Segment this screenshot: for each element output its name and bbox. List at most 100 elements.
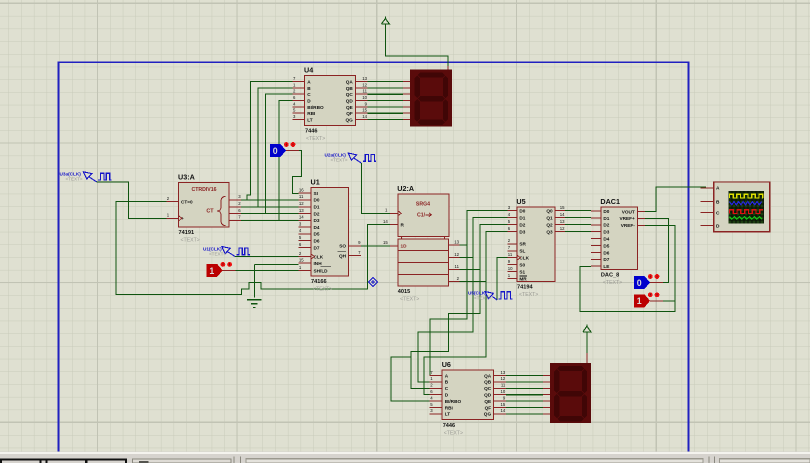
svg-text:QF: QF [485, 406, 492, 411]
svg-text:15: 15 [299, 258, 304, 263]
svg-text:10: 10 [362, 95, 367, 100]
svg-text:A: A [716, 186, 720, 192]
svg-text:1: 1 [637, 296, 642, 306]
svg-text:D4: D4 [603, 237, 609, 242]
svg-text:DAC_8: DAC_8 [601, 272, 619, 278]
svg-text:7446: 7446 [305, 129, 317, 135]
svg-text:B: B [716, 199, 720, 205]
svg-text:13: 13 [560, 219, 565, 224]
svg-text:4015: 4015 [398, 289, 410, 295]
svg-text:QB: QB [346, 86, 354, 91]
svg-text:QG: QG [484, 412, 492, 417]
svg-text:C1/: C1/ [417, 213, 426, 219]
svg-text:<TEXT>: <TEXT> [66, 177, 83, 182]
svg-text:Q0: Q0 [546, 209, 553, 214]
svg-text:12: 12 [362, 82, 367, 87]
svg-text:D2: D2 [519, 222, 525, 227]
svg-text:QC: QC [346, 92, 354, 97]
svg-text:S1: S1 [519, 270, 525, 275]
svg-text:D1: D1 [603, 216, 609, 221]
svg-text:D0: D0 [519, 209, 525, 214]
svg-text:12: 12 [501, 376, 506, 381]
svg-text:D3: D3 [519, 229, 525, 234]
svg-text:11: 11 [299, 194, 304, 199]
svg-text:D5: D5 [603, 243, 609, 248]
svg-text:13: 13 [362, 76, 367, 81]
svg-text:74191: 74191 [179, 230, 195, 236]
svg-text:SO: SO [339, 244, 346, 249]
svg-text:D0: D0 [603, 209, 609, 214]
svg-text:CT=0: CT=0 [181, 199, 193, 204]
svg-text:13: 13 [299, 208, 304, 213]
svg-text:QD: QD [346, 98, 354, 103]
svg-text:VREF+: VREF+ [620, 216, 636, 221]
svg-text:<TEXT>: <TEXT> [603, 280, 622, 286]
svg-text:<TEXT>: <TEXT> [444, 431, 463, 437]
svg-text:QB: QB [484, 380, 492, 385]
svg-text:QE: QE [346, 105, 353, 110]
svg-text:D5: D5 [314, 232, 320, 237]
svg-text:0: 0 [273, 146, 278, 156]
svg-text:Q2: Q2 [546, 222, 553, 227]
svg-text:<TEXT>: <TEXT> [474, 296, 491, 301]
svg-text:74194: 74194 [517, 284, 533, 290]
svg-text:14: 14 [383, 219, 388, 224]
svg-text:INH: INH [314, 261, 323, 266]
svg-text:QA: QA [346, 80, 354, 85]
svg-text:12: 12 [560, 226, 565, 231]
svg-text:MR: MR [519, 276, 527, 281]
svg-text:D0: D0 [314, 198, 320, 203]
svg-text:<TEXT>: <TEXT> [313, 287, 332, 293]
svg-text:SRG4: SRG4 [416, 202, 430, 208]
svg-text:BI/RBO: BI/RBO [445, 399, 462, 404]
svg-text:D1: D1 [519, 215, 525, 220]
svg-text:U4: U4 [304, 66, 313, 75]
svg-text:15: 15 [362, 108, 367, 113]
svg-text:10: 10 [501, 389, 506, 394]
svg-text:D: D [716, 224, 720, 230]
svg-text:D4: D4 [314, 225, 320, 230]
svg-text:<TEXT>: <TEXT> [400, 297, 419, 303]
svg-text:<TEXT>: <TEXT> [519, 292, 538, 298]
svg-text:Q3: Q3 [546, 229, 553, 234]
svg-text:D1: D1 [314, 205, 320, 210]
svg-text:S0: S0 [519, 263, 525, 268]
svg-text:CLK: CLK [314, 254, 324, 259]
svg-text:D6: D6 [314, 239, 320, 244]
svg-text:11: 11 [501, 383, 506, 388]
svg-text:D3: D3 [603, 230, 609, 235]
svg-text:RBI: RBI [445, 406, 453, 411]
svg-text:CT: CT [206, 209, 214, 215]
svg-text:QH: QH [339, 254, 347, 259]
svg-text:D2: D2 [603, 223, 609, 228]
svg-text:14: 14 [299, 215, 304, 220]
svg-text:D7: D7 [314, 245, 320, 250]
svg-text:13: 13 [501, 370, 506, 375]
svg-text:QA: QA [484, 373, 492, 378]
svg-text:RBI: RBI [307, 111, 315, 116]
svg-text:1: 1 [209, 266, 214, 276]
svg-text:D7: D7 [603, 257, 609, 262]
svg-text:14: 14 [560, 212, 565, 217]
svg-text:SL: SL [519, 249, 525, 254]
svg-text:12: 12 [454, 252, 459, 257]
svg-text:15: 15 [383, 240, 388, 245]
svg-text:SI: SI [314, 191, 318, 196]
svg-text:LT: LT [445, 412, 451, 417]
svg-text:CTRDIV16: CTRDIV16 [191, 187, 216, 193]
svg-text:11: 11 [455, 264, 460, 269]
svg-text:<TEXT>: <TEXT> [331, 158, 348, 163]
svg-text:7446: 7446 [443, 423, 455, 429]
svg-text:74166: 74166 [311, 279, 327, 285]
svg-text:<TEXT>: <TEXT> [209, 252, 226, 257]
svg-text:15: 15 [501, 402, 506, 407]
svg-text:D3: D3 [314, 218, 320, 223]
svg-text:11: 11 [508, 252, 513, 257]
svg-text:QF: QF [346, 111, 353, 116]
svg-text:D6: D6 [603, 250, 609, 255]
svg-text:Q1: Q1 [546, 215, 553, 220]
svg-text:15: 15 [560, 205, 565, 210]
svg-text:10: 10 [508, 266, 513, 271]
svg-text:1D: 1D [401, 244, 408, 249]
svg-text:DAC1: DAC1 [600, 197, 620, 206]
